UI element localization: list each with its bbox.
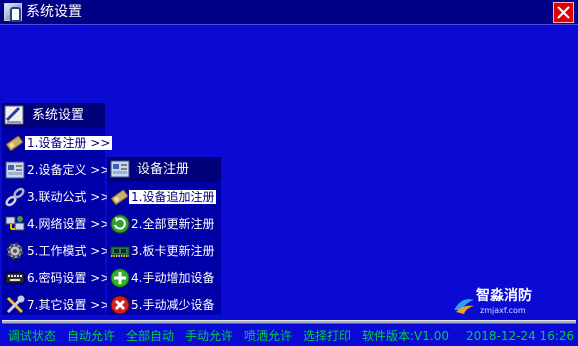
status-auto-allow: 自动允许 (67, 329, 116, 343)
watermark-url: zmjaxf.com (480, 306, 526, 315)
sub-menu: 设备注册 1.设备追加注册 2.全部更新注册 3.板卡更新注册 4.手动增加设备… (107, 157, 221, 315)
circuit-board-icon (110, 241, 130, 261)
settings-pencil-icon (4, 105, 24, 125)
tools-icon (5, 295, 25, 315)
main-menu-item-work-mode[interactable]: 5.工作模式 >> (2, 238, 110, 264)
main-menu: 系统设置 1.设备注册 >> 2.设备定义 >> 3.联动公式 >> 4.网络设… (2, 103, 113, 318)
main-menu-item-label: 7.其它设置 >> (27, 298, 111, 312)
main-menu-title: 系统设置 (32, 108, 85, 123)
refresh-icon (110, 214, 130, 234)
status-bar: 调试状态 自动允许 全部自动 手动允许 喷洒允许 选择打印 软件版本:V1.00… (0, 324, 578, 346)
status-all-auto: 全部自动 (126, 329, 175, 343)
sub-menu-item-label: 5.手动减少设备 (131, 298, 215, 312)
close-icon (557, 6, 570, 19)
sub-menu-item-manual-remove[interactable]: 5.手动减少设备 (107, 292, 221, 318)
main-menu-item-label: 2.设备定义 >> (27, 163, 111, 177)
status-debug-state: 调试状态 (8, 329, 57, 343)
main-menu-item-password-settings[interactable]: 6.密码设置 >> (2, 265, 110, 291)
window-title: 系统设置 (26, 4, 82, 20)
remove-icon (110, 295, 130, 315)
sub-menu-item-append-register[interactable]: 1.设备追加注册 (107, 184, 221, 210)
status-spray-allow: 喷洒允许 (244, 329, 293, 343)
link-chain-icon (5, 187, 25, 207)
logo-mark-icon (454, 299, 474, 314)
config-panel-icon (5, 160, 25, 180)
main-menu-item-label: 6.密码设置 >> (27, 271, 111, 285)
main-menu-item-network-settings[interactable]: 4.网络设置 >> (2, 211, 110, 237)
title-bar: 系统设置 (0, 0, 578, 25)
main-menu-item-other-settings[interactable]: 7.其它设置 >> (2, 292, 110, 318)
main-menu-item-label: 4.网络设置 >> (27, 217, 111, 231)
sub-menu-item-label: 4.手动增加设备 (131, 271, 215, 285)
sub-menu-header: 设备注册 (107, 157, 221, 182)
wrench-card-icon (110, 187, 130, 207)
add-icon (110, 268, 130, 288)
app-icon (4, 3, 22, 22)
main-menu-header: 系统设置 (2, 103, 105, 128)
sub-menu-item-label: 1.设备追加注册 (129, 190, 217, 204)
sub-menu-item-label: 2.全部更新注册 (131, 217, 215, 231)
main-menu-item-linkage-formula[interactable]: 3.联动公式 >> (2, 184, 110, 210)
sub-menu-item-update-board[interactable]: 3.板卡更新注册 (107, 238, 221, 264)
network-icon (5, 214, 25, 234)
sub-menu-item-manual-add[interactable]: 4.手动增加设备 (107, 265, 221, 291)
main-menu-item-device-register[interactable]: 1.设备注册 >> (2, 130, 113, 156)
gear-icon (5, 241, 25, 261)
sub-menu-item-label: 3.板卡更新注册 (131, 244, 215, 258)
main-menu-item-label: 1.设备注册 >> (25, 136, 113, 150)
sub-menu-item-update-all[interactable]: 2.全部更新注册 (107, 211, 221, 237)
main-menu-item-label: 5.工作模式 >> (27, 244, 111, 258)
keyboard-icon (5, 268, 25, 288)
status-select-print: 选择打印 (303, 329, 352, 343)
watermark-name: 智淼消防 (476, 288, 532, 304)
main-menu-item-label: 3.联动公式 >> (27, 190, 111, 204)
main-menu-item-device-define[interactable]: 2.设备定义 >> (2, 157, 110, 183)
sub-menu-title: 设备注册 (137, 162, 190, 177)
watermark-logo: 智淼消防 zmjaxf.com (452, 288, 544, 318)
config-panel-icon (110, 159, 130, 179)
status-datetime: 2018-12-24 16:26 (466, 329, 575, 343)
close-button[interactable] (553, 2, 574, 23)
status-manual-allow: 手动允许 (185, 329, 234, 343)
wrench-card-icon (5, 133, 25, 153)
status-software-version: 软件版本:V1.00 (362, 329, 449, 343)
app-window: 系统设置 系统设置 1.设备注册 >> 2.设备定义 >> 3.联动公式 >> … (0, 0, 578, 346)
